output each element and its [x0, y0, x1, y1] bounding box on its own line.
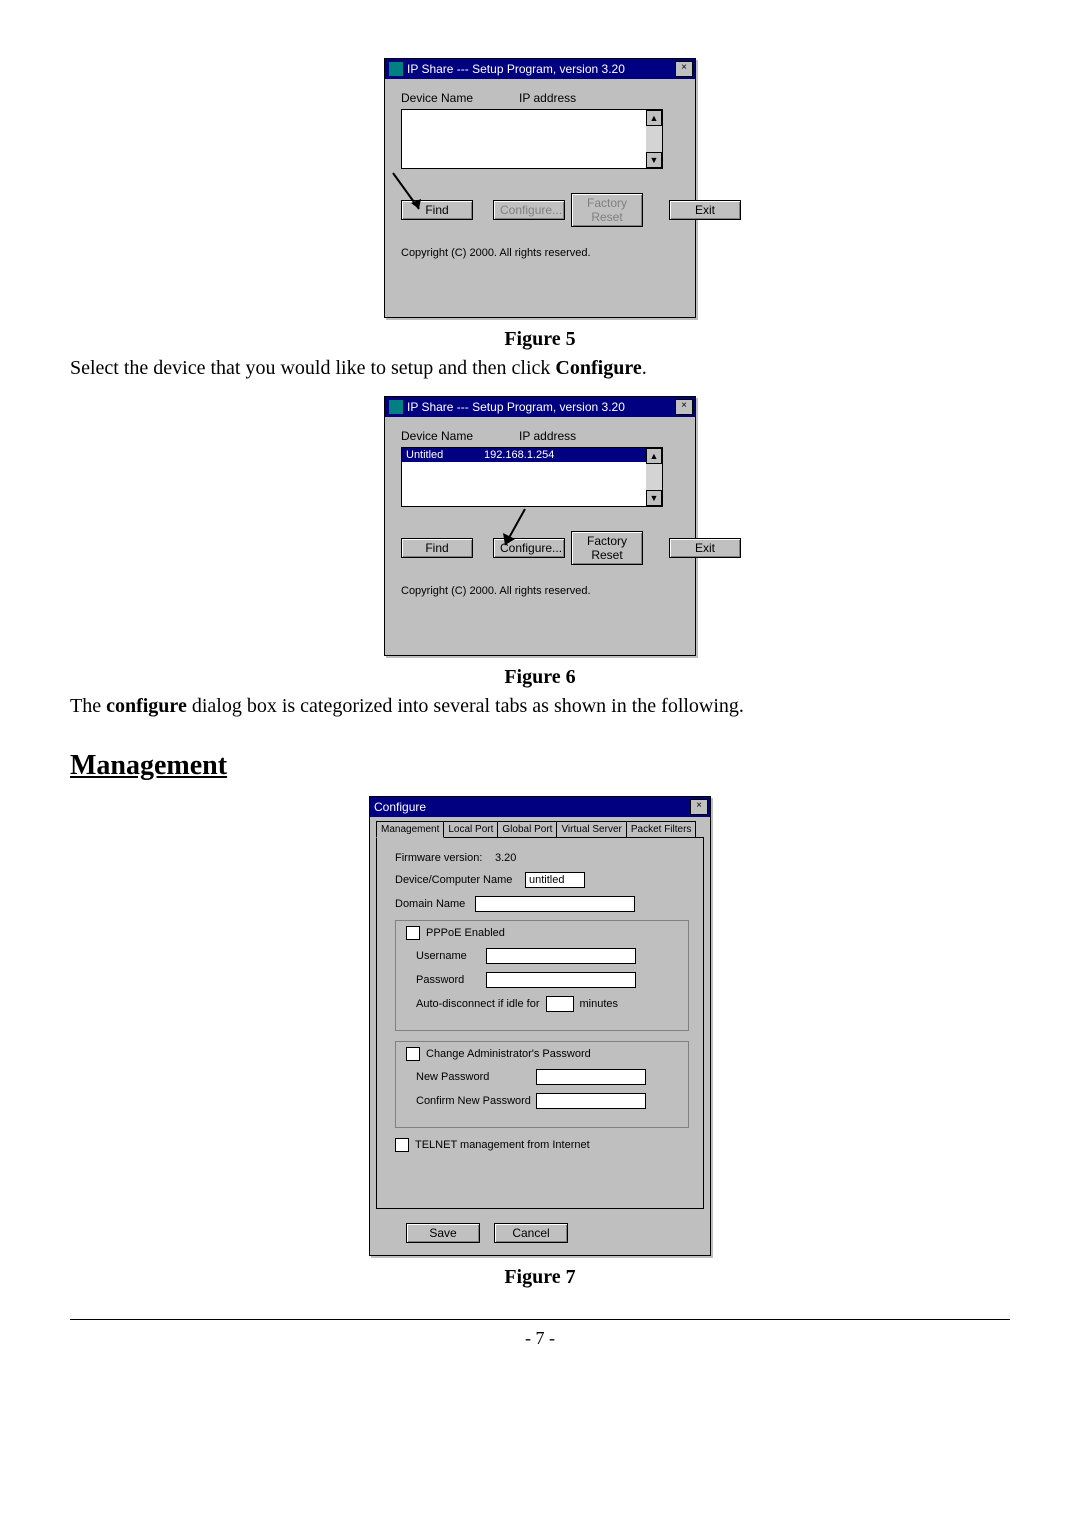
- new-password-label: New Password: [416, 1071, 536, 1083]
- app-icon: [389, 62, 403, 76]
- device-listbox[interactable]: ▲ ▼: [401, 109, 663, 169]
- scroll-down-icon[interactable]: ▼: [646, 490, 662, 506]
- configure-dialog: Configure × Management Local Port Global…: [369, 796, 711, 1256]
- scrollbar[interactable]: ▲ ▼: [646, 110, 662, 168]
- device-computer-name-label: Device/Computer Name: [395, 874, 525, 886]
- col-ip-address: IP address: [519, 429, 576, 443]
- page-number: - 7 -: [70, 1328, 1010, 1349]
- list-item[interactable]: Untitled 192.168.1.254: [402, 448, 646, 462]
- tab-bar: Management Local Port Global Port Virtua…: [376, 821, 704, 837]
- scrollbar[interactable]: ▲ ▼: [646, 448, 662, 506]
- scroll-down-icon[interactable]: ▼: [646, 152, 662, 168]
- factory-reset-button[interactable]: Factory Reset: [571, 531, 643, 565]
- exit-button[interactable]: Exit: [669, 538, 741, 558]
- figure-caption: Figure 5: [70, 328, 1010, 351]
- pppoe-enabled-checkbox[interactable]: [406, 926, 420, 940]
- confirm-password-label: Confirm New Password: [416, 1095, 536, 1107]
- device-listbox[interactable]: Untitled 192.168.1.254 ▲ ▼: [401, 447, 663, 507]
- ipshare-dialog-fig5: IP Share --- Setup Program, version 3.20…: [384, 58, 696, 318]
- change-admin-password-group: Change Administrator's Password New Pass…: [395, 1041, 689, 1128]
- close-icon[interactable]: ×: [690, 799, 708, 815]
- tab-local-port[interactable]: Local Port: [443, 821, 498, 837]
- username-label: Username: [416, 950, 486, 962]
- tab-management[interactable]: Management: [376, 821, 444, 838]
- pppoe-group: PPPoE Enabled Username Password Auto-dis…: [395, 920, 689, 1031]
- titlebar: Configure ×: [370, 797, 710, 817]
- footer-divider: [70, 1319, 1010, 1320]
- paragraph-1: Select the device that you would like to…: [70, 355, 1010, 382]
- auto-disconnect-label-post: minutes: [580, 998, 619, 1010]
- app-icon: [389, 400, 403, 414]
- confirm-password-input[interactable]: [536, 1093, 646, 1109]
- col-ip-address: IP address: [519, 91, 576, 105]
- domain-name-input[interactable]: [475, 896, 635, 912]
- copyright-text: Copyright (C) 2000. All rights reserved.: [401, 585, 679, 597]
- password-label: Password: [416, 974, 486, 986]
- configure-button[interactable]: Configure...: [493, 538, 565, 558]
- device-computer-name-input[interactable]: [525, 872, 585, 888]
- col-device-name: Device Name: [401, 429, 473, 443]
- scroll-up-icon[interactable]: ▲: [646, 110, 662, 126]
- tab-virtual-server[interactable]: Virtual Server: [556, 821, 626, 837]
- password-input[interactable]: [486, 972, 636, 988]
- exit-button[interactable]: Exit: [669, 200, 741, 220]
- change-admin-password-checkbox[interactable]: [406, 1047, 420, 1061]
- ipshare-dialog-fig6: IP Share --- Setup Program, version 3.20…: [384, 396, 696, 656]
- paragraph-2: The configure dialog box is categorized …: [70, 693, 1010, 720]
- find-button[interactable]: Find: [401, 200, 473, 220]
- copyright-text: Copyright (C) 2000. All rights reserved.: [401, 247, 679, 259]
- scroll-up-icon[interactable]: ▲: [646, 448, 662, 464]
- change-admin-password-label: Change Administrator's Password: [426, 1048, 591, 1060]
- find-button[interactable]: Find: [401, 538, 473, 558]
- window-title: IP Share --- Setup Program, version 3.20: [407, 62, 675, 76]
- domain-name-label: Domain Name: [395, 898, 475, 910]
- close-icon[interactable]: ×: [675, 61, 693, 77]
- titlebar: IP Share --- Setup Program, version 3.20…: [385, 59, 695, 79]
- list-column-headers: Device Name IP address: [401, 91, 679, 105]
- tab-panel-management: Firmware version: 3.20 Device/Computer N…: [376, 837, 704, 1209]
- window-title: Configure: [374, 800, 690, 814]
- list-column-headers: Device Name IP address: [401, 429, 679, 443]
- firmware-version-value: 3.20: [495, 852, 516, 864]
- close-icon[interactable]: ×: [675, 399, 693, 415]
- auto-disconnect-input[interactable]: [546, 996, 574, 1012]
- factory-reset-button[interactable]: Factory Reset: [571, 193, 643, 227]
- new-password-input[interactable]: [536, 1069, 646, 1085]
- figure-caption: Figure 7: [70, 1266, 1010, 1289]
- window-title: IP Share --- Setup Program, version 3.20: [407, 400, 675, 414]
- figure-caption: Figure 6: [70, 666, 1010, 689]
- col-device-name: Device Name: [401, 91, 473, 105]
- firmware-version-label: Firmware version:: [395, 852, 495, 864]
- auto-disconnect-label-pre: Auto-disconnect if idle for: [416, 998, 540, 1010]
- telnet-management-checkbox[interactable]: [395, 1138, 409, 1152]
- configure-button[interactable]: Configure...: [493, 200, 565, 220]
- tab-packet-filters[interactable]: Packet Filters: [626, 821, 697, 837]
- section-heading-management: Management: [70, 750, 1010, 782]
- telnet-management-label: TELNET management from Internet: [415, 1139, 590, 1151]
- tab-global-port[interactable]: Global Port: [497, 821, 557, 837]
- cancel-button[interactable]: Cancel: [494, 1223, 568, 1243]
- username-input[interactable]: [486, 948, 636, 964]
- pppoe-enabled-label: PPPoE Enabled: [426, 927, 505, 939]
- titlebar: IP Share --- Setup Program, version 3.20…: [385, 397, 695, 417]
- save-button[interactable]: Save: [406, 1223, 480, 1243]
